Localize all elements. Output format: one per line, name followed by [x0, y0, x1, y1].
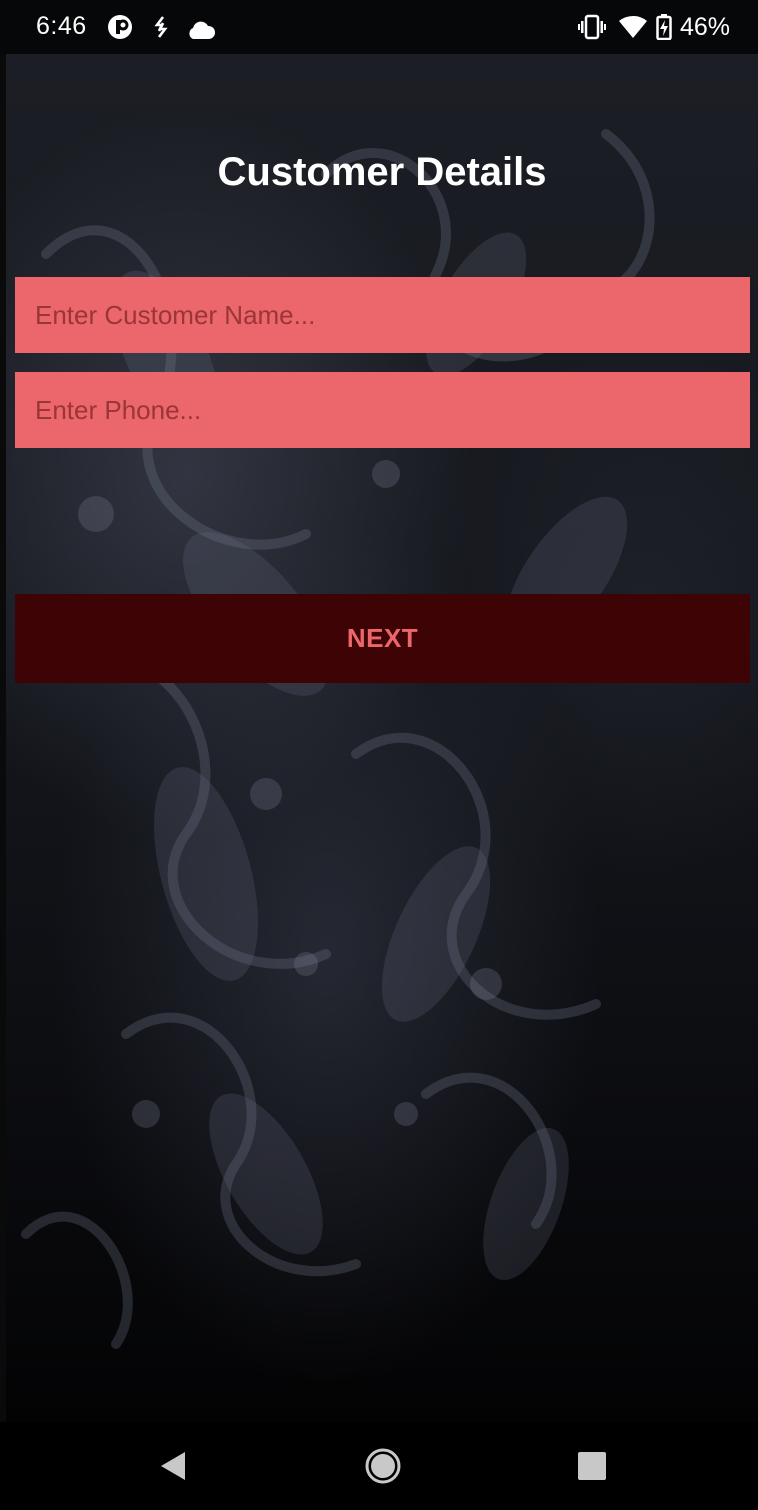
customer-name-input[interactable] — [15, 277, 750, 353]
battery-percentage: 46% — [679, 13, 730, 41]
status-time: 6:46 — [36, 12, 87, 40]
floral-pattern — [21, 129, 655, 1349]
back-icon[interactable] — [151, 1444, 195, 1488]
page-title: Customer Details — [217, 150, 547, 194]
vibrate-icon — [578, 14, 606, 40]
cloud-icon — [189, 21, 216, 39]
phone-input[interactable] — [15, 372, 750, 448]
pocket-casts-icon — [108, 15, 132, 39]
navigation-bar — [0, 1422, 758, 1510]
status-bar: 6:46 46% — [0, 0, 758, 54]
sync-icon — [154, 16, 168, 38]
recents-icon[interactable] — [570, 1444, 614, 1488]
battery-charging-icon — [656, 14, 672, 40]
wifi-icon — [619, 15, 647, 38]
damask-background — [6, 54, 758, 1422]
next-button[interactable]: NEXT — [15, 594, 750, 683]
home-icon[interactable] — [361, 1444, 405, 1488]
app-screen: 6:46 46% Customer Details Enter Customer… — [0, 0, 758, 1510]
